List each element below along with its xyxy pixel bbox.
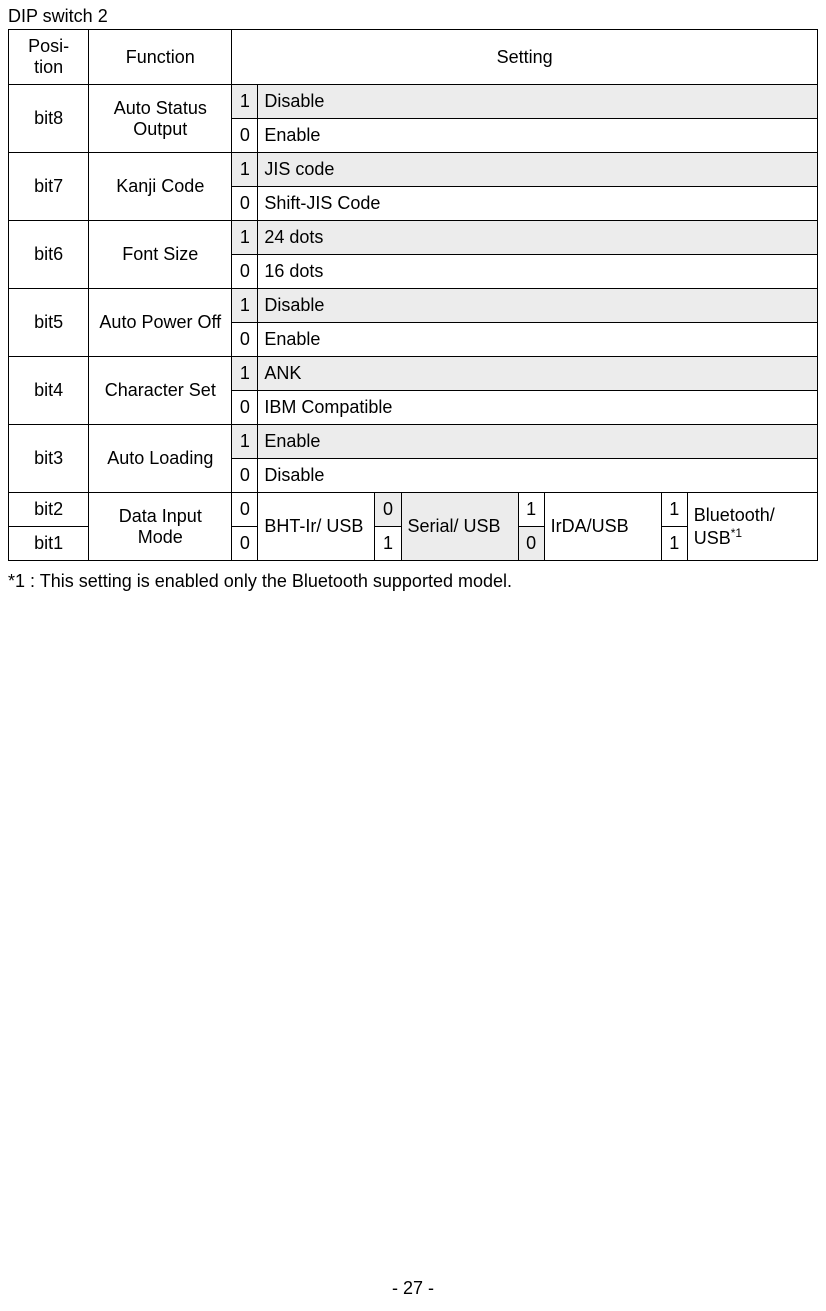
- cell-setting: ANK: [258, 357, 818, 391]
- cell-bit: 1: [375, 527, 401, 561]
- cell-mode: Serial/ USB: [401, 493, 518, 561]
- header-function: Function: [89, 30, 232, 85]
- header-setting: Setting: [232, 30, 818, 85]
- cell-function: Font Size: [89, 221, 232, 289]
- cell-bit: 1: [232, 357, 258, 391]
- cell-bit: 0: [232, 119, 258, 153]
- cell-function: Character Set: [89, 357, 232, 425]
- cell-position: bit6: [9, 221, 89, 289]
- cell-function: Auto Loading: [89, 425, 232, 493]
- cell-bit: 1: [661, 527, 687, 561]
- cell-position: bit1: [9, 527, 89, 561]
- cell-bit: 0: [232, 323, 258, 357]
- cell-bit: 0: [518, 527, 544, 561]
- cell-position: bit8: [9, 85, 89, 153]
- cell-setting: 24 dots: [258, 221, 818, 255]
- cell-bit: 1: [232, 221, 258, 255]
- cell-function: Auto Power Off: [89, 289, 232, 357]
- cell-setting: Enable: [258, 425, 818, 459]
- cell-setting: IBM Compatible: [258, 391, 818, 425]
- table-header-row: Posi- tion Function Setting: [9, 30, 818, 85]
- table-row: bit5 Auto Power Off 1 Disable: [9, 289, 818, 323]
- cell-bit: 1: [232, 153, 258, 187]
- table-row: bit3 Auto Loading 1 Enable: [9, 425, 818, 459]
- cell-setting: 16 dots: [258, 255, 818, 289]
- cell-function: Data Input Mode: [89, 493, 232, 561]
- cell-bit: 1: [518, 493, 544, 527]
- cell-position: bit7: [9, 153, 89, 221]
- page-number: - 27 -: [0, 1278, 826, 1299]
- table-row: bit4 Character Set 1 ANK: [9, 357, 818, 391]
- cell-bit: 0: [232, 527, 258, 561]
- table-row: bit8 Auto Status Output 1 Disable: [9, 85, 818, 119]
- table-row: bit6 Font Size 1 24 dots: [9, 221, 818, 255]
- cell-setting: JIS code: [258, 153, 818, 187]
- cell-position: bit2: [9, 493, 89, 527]
- cell-mode: BHT-Ir/ USB: [258, 493, 375, 561]
- cell-bit: 0: [232, 255, 258, 289]
- table-row: bit7 Kanji Code 1 JIS code: [9, 153, 818, 187]
- cell-setting: Disable: [258, 289, 818, 323]
- cell-bit: 1: [232, 289, 258, 323]
- cell-position: bit4: [9, 357, 89, 425]
- cell-position: bit5: [9, 289, 89, 357]
- dip-switch-table: Posi- tion Function Setting bit8 Auto St…: [8, 29, 818, 561]
- cell-setting: Disable: [258, 459, 818, 493]
- cell-bit: 0: [232, 459, 258, 493]
- cell-setting: Shift-JIS Code: [258, 187, 818, 221]
- cell-bit: 1: [232, 425, 258, 459]
- cell-bit: 0: [375, 493, 401, 527]
- cell-setting: Enable: [258, 323, 818, 357]
- cell-bit: 1: [661, 493, 687, 527]
- cell-setting: Disable: [258, 85, 818, 119]
- cell-mode: IrDA/USB: [544, 493, 661, 561]
- cell-bit: 0: [232, 391, 258, 425]
- table-row: bit2 Data Input Mode 0 BHT-Ir/ USB 0 Ser…: [9, 493, 818, 527]
- cell-mode-sup: *1: [731, 526, 742, 540]
- cell-mode: Bluetooth/ USB*1: [687, 493, 817, 561]
- cell-setting: Enable: [258, 119, 818, 153]
- table-caption: DIP switch 2: [8, 6, 818, 27]
- cell-bit: 0: [232, 493, 258, 527]
- header-position: Posi- tion: [9, 30, 89, 85]
- cell-bit: 0: [232, 187, 258, 221]
- cell-function: Auto Status Output: [89, 85, 232, 153]
- footnote: *1 : This setting is enabled only the Bl…: [8, 571, 818, 592]
- cell-position: bit3: [9, 425, 89, 493]
- cell-bit: 1: [232, 85, 258, 119]
- cell-function: Kanji Code: [89, 153, 232, 221]
